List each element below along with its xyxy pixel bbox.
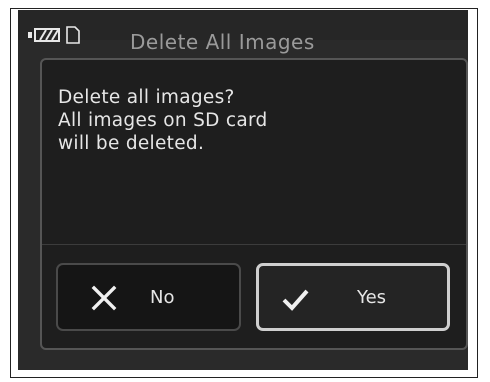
checkmark-icon — [282, 289, 309, 311]
close-icon — [91, 285, 117, 311]
battery-icon — [34, 28, 60, 42]
confirm-dialog: Delete all images? All images on SD card… — [40, 58, 468, 350]
no-button-label: No — [150, 287, 175, 308]
message-line: Delete all images? — [58, 87, 235, 108]
battery-terminal — [28, 32, 32, 38]
divider — [42, 244, 466, 245]
yes-button[interactable]: Yes — [256, 263, 450, 331]
no-button[interactable]: No — [56, 263, 241, 331]
message-line: All images on SD card — [58, 110, 268, 131]
sd-card-icon — [66, 26, 80, 44]
screen-title: Delete All Images — [130, 30, 315, 54]
status-bar: Delete All Images — [18, 10, 468, 54]
camera-screen: Delete All Images Delete all images? All… — [18, 10, 468, 370]
message-line: will be deleted. — [58, 133, 205, 154]
dialog-message: Delete all images? All images on SD card… — [58, 86, 268, 155]
yes-button-label: Yes — [357, 287, 387, 308]
